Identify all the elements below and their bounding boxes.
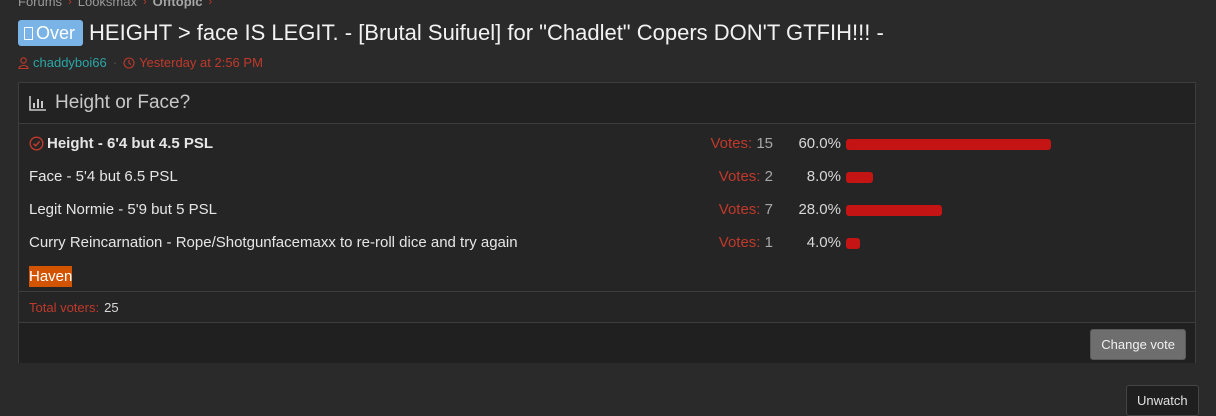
poll-option-text: Face - 5'4 but 6.5 PSL xyxy=(29,168,178,185)
votes-count: 2 xyxy=(764,168,773,185)
check-circle-icon xyxy=(29,136,44,151)
thread-time-text: Yesterday at 2:56 PM xyxy=(139,55,263,70)
poll-block: Height or Face? Height - 6'4 but 4.5 PSL… xyxy=(18,82,1196,363)
poll-option-row: Height - 6'4 but 4.5 PSL Votes: 15 60.0% xyxy=(19,128,1195,161)
votes-label: Votes: xyxy=(710,135,753,152)
breadcrumb-item-offtopic[interactable]: Offtopic xyxy=(153,0,203,9)
poll-option-bar-fill xyxy=(846,172,874,183)
poll-option-bar xyxy=(846,139,1051,150)
votes-label: Votes: xyxy=(718,168,761,185)
votes-label: Votes: xyxy=(718,201,761,218)
poll-option-bar xyxy=(846,172,1051,183)
poll-option-percent: 4.0% xyxy=(806,234,841,251)
thread-time[interactable]: Yesterday at 2:56 PM xyxy=(123,55,263,70)
poll-option-text: Legit Normie - 5'9 but 5 PSL xyxy=(29,201,217,218)
votes-count: 15 xyxy=(756,135,773,152)
user-icon xyxy=(18,56,29,69)
poll-option-percent: 8.0% xyxy=(806,168,841,185)
poll-option-percent: 28.0% xyxy=(798,201,841,218)
breadcrumb-separator: › xyxy=(142,0,147,8)
poll-total-voters: Total voters: 25 xyxy=(19,291,1195,323)
change-vote-button[interactable]: Change vote xyxy=(1090,329,1186,360)
haven-tag[interactable]: Haven xyxy=(29,266,73,287)
total-voters-count: 25 xyxy=(104,299,119,315)
thread-title-row: Over HEIGHT > face IS LEGIT. - [Brutal S… xyxy=(18,20,884,46)
poll-option-bar-fill xyxy=(846,139,1051,150)
poll-results: Height - 6'4 but 4.5 PSL Votes: 15 60.0%… xyxy=(19,124,1195,293)
breadcrumb-separator: › xyxy=(208,0,213,8)
total-voters-label: Total voters: xyxy=(29,299,100,315)
missing-glyph-icon xyxy=(24,26,33,40)
breadcrumb-item-looksmax[interactable]: Looksmax xyxy=(78,0,137,9)
votes-label: Votes: xyxy=(718,234,761,251)
poll-option-label: Curry Reincarnation - Rope/Shotgunfacema… xyxy=(29,234,518,251)
poll-option-votes[interactable]: Votes: 2 xyxy=(719,168,773,185)
meta-divider: · xyxy=(112,55,118,70)
bar-chart-icon xyxy=(29,95,47,111)
poll-option-percent: 60.0% xyxy=(798,135,841,152)
poll-option-text: Curry Reincarnation - Rope/Shotgunfacema… xyxy=(29,234,518,251)
thread-meta: chaddyboi66 · Yesterday at 2:56 PM xyxy=(18,55,263,70)
poll-option-votes[interactable]: Votes: 1 xyxy=(719,234,773,251)
poll-option-label: Legit Normie - 5'9 but 5 PSL xyxy=(29,201,217,218)
poll-option-text: Height - 6'4 but 4.5 PSL xyxy=(47,135,214,152)
poll-option-row: Face - 5'4 but 6.5 PSL Votes: 2 8.0% xyxy=(19,161,1195,194)
thread-prefix-badge[interactable]: Over xyxy=(18,20,84,46)
poll-title: Height or Face? xyxy=(55,92,191,113)
breadcrumb: Forums › Looksmax › Offtopic › xyxy=(18,0,212,9)
poll-option-row: Legit Normie - 5'9 but 5 PSL Votes: 7 28… xyxy=(19,194,1195,227)
poll-header: Height or Face? xyxy=(19,83,1195,124)
thread-author-name: chaddyboi66 xyxy=(33,55,107,70)
poll-option-bar xyxy=(846,238,1051,249)
breadcrumb-item-forums[interactable]: Forums xyxy=(18,0,62,9)
votes-count: 7 xyxy=(764,201,773,218)
poll-option-bar-fill xyxy=(846,238,860,249)
unwatch-button[interactable]: Unwatch xyxy=(1126,385,1199,416)
poll-option-votes[interactable]: Votes: 7 xyxy=(719,201,773,218)
votes-count: 1 xyxy=(764,234,773,251)
poll-option-bar xyxy=(846,205,1051,216)
poll-option-label: Face - 5'4 but 6.5 PSL xyxy=(29,168,178,185)
poll-option-bar-fill xyxy=(846,205,942,216)
haven-tag-row: Haven xyxy=(19,260,1195,293)
clock-icon xyxy=(123,56,135,69)
page-title: HEIGHT > face IS LEGIT. - [Brutal Suifue… xyxy=(89,20,884,45)
breadcrumb-separator: › xyxy=(68,0,72,8)
poll-option-votes[interactable]: Votes: 15 xyxy=(710,135,773,152)
poll-option-row: Curry Reincarnation - Rope/Shotgunfacema… xyxy=(19,227,1195,260)
poll-footer: Change vote xyxy=(19,323,1195,363)
poll-option-label: Height - 6'4 but 4.5 PSL xyxy=(29,135,213,152)
thread-prefix-label: Over xyxy=(36,23,76,43)
thread-author[interactable]: chaddyboi66 xyxy=(18,55,107,70)
